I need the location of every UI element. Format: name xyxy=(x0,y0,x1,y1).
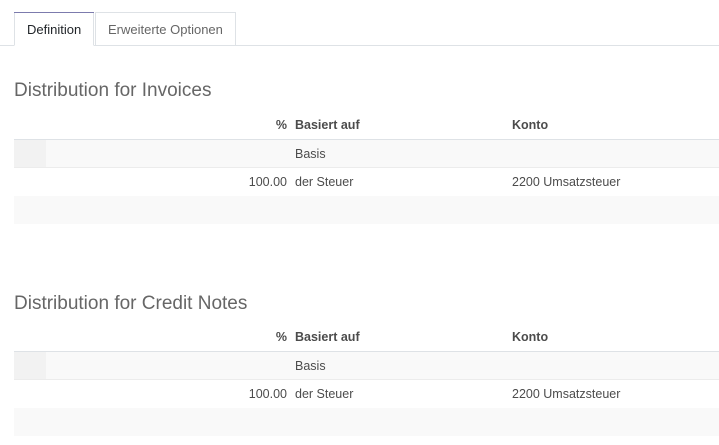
table-row[interactable]: Basis xyxy=(14,140,719,168)
cell-based-on: Basis xyxy=(295,147,326,161)
table-row[interactable]: 100.00 der Steuer 2200 Umsatzsteuer xyxy=(14,380,719,408)
tab-advanced-options[interactable]: Erweiterte Optionen xyxy=(95,12,236,45)
cell-percent xyxy=(48,140,287,168)
column-header-based-on[interactable]: Basiert auf xyxy=(295,323,505,351)
table-header: % Basiert auf Konto xyxy=(14,323,719,351)
section-title-credit-notes: Distribution for Credit Notes xyxy=(14,293,248,314)
cell-account xyxy=(512,352,719,380)
cell-account: 2200 Umsatzsteuer xyxy=(512,387,621,401)
table-header: % Basiert auf Konto xyxy=(14,111,719,139)
row-handle xyxy=(14,352,46,380)
tab-definition[interactable]: Definition xyxy=(14,12,95,46)
row-background xyxy=(14,408,719,436)
column-header-account[interactable]: Konto xyxy=(512,323,719,351)
column-header-based-on[interactable]: Basiert auf xyxy=(295,111,505,139)
cell-based-on: Basis xyxy=(295,359,326,373)
row-handle xyxy=(14,140,46,168)
column-header-percent[interactable]: % xyxy=(48,111,287,139)
cell-percent: 100.00 xyxy=(248,175,287,189)
row-background xyxy=(14,196,719,224)
notebook-tabs: Definition Erweiterte Optionen xyxy=(0,0,719,46)
section-title-invoices: Distribution for Invoices xyxy=(14,80,212,101)
column-header-percent[interactable]: % xyxy=(48,323,287,351)
column-header-account[interactable]: Konto xyxy=(512,111,719,139)
cell-based-on: der Steuer xyxy=(295,387,354,401)
table-row[interactable]: Basis xyxy=(14,352,719,380)
cell-percent: 100.00 xyxy=(248,387,287,401)
cell-based-on: der Steuer xyxy=(295,175,354,189)
add-line-row[interactable] xyxy=(14,408,719,436)
cell-account xyxy=(512,140,719,168)
cell-account: 2200 Umsatzsteuer xyxy=(512,175,621,189)
table-row[interactable]: 100.00 der Steuer 2200 Umsatzsteuer xyxy=(14,168,719,196)
cell-percent xyxy=(48,352,287,380)
add-line-row[interactable] xyxy=(14,196,719,224)
